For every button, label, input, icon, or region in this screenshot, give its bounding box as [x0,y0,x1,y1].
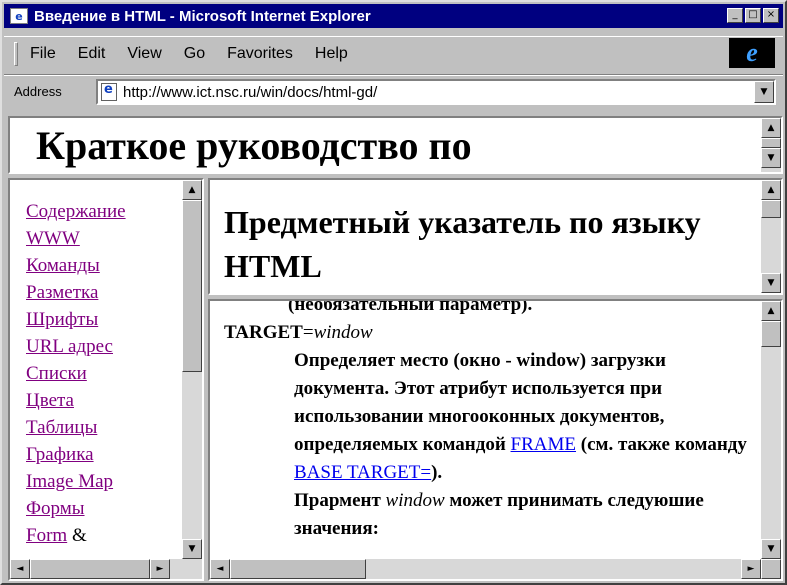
scroll-thumb[interactable] [182,200,202,372]
nav-link[interactable]: Цвета [26,390,74,411]
desc-text: ). [431,462,443,483]
address-input[interactable]: http://www.ict.nsc.ru/win/docs/html-gd/ … [96,79,776,105]
nav-frame-hscrollbar[interactable]: ◄ ► [10,559,202,579]
scroll-down-icon[interactable]: ▼ [761,148,781,168]
close-button[interactable]: × [763,8,779,23]
toolbar-grip[interactable] [14,41,18,66]
clipped-line: (необязательный параметр). [288,299,533,315]
desc-text: Прармент [294,490,386,511]
subtitle-frame-scrollbar[interactable]: ▲ ▼ [761,180,781,293]
list-item[interactable]: Команды [26,252,126,279]
nav-link[interactable]: Разметка [26,282,98,303]
menu-view[interactable]: View [127,45,161,63]
nav-link[interactable]: Таблицы [26,417,97,438]
scroll-down-icon[interactable]: ▼ [182,539,202,559]
menu-file[interactable]: File [30,45,56,63]
attribute-term: TARGET=window [224,319,754,347]
menu-go[interactable]: Go [184,45,205,63]
desc-italic-text: window [385,490,445,511]
title-frame-scrollbar[interactable]: ▲ ▼ [761,118,781,172]
scroll-down-icon[interactable]: ▼ [761,273,781,293]
scroll-thumb[interactable] [761,138,781,148]
scroll-right-icon[interactable]: ► [741,559,761,579]
scroll-thumb[interactable] [761,321,781,347]
nav-link-suffix: & [67,525,87,546]
list-item[interactable]: Формы [26,495,126,522]
page-icon [101,82,117,101]
scroll-left-icon[interactable]: ◄ [10,559,30,579]
minimize-button[interactable]: _ [727,8,743,23]
attribute-eq: = [302,322,314,343]
list-item[interactable]: Таблицы [26,414,126,441]
scroll-thumb[interactable] [30,559,150,579]
content-frame-vscrollbar[interactable]: ▲ ▼ [761,301,781,559]
list-item[interactable]: Графика [26,441,126,468]
address-url[interactable]: http://www.ict.nsc.ru/win/docs/html-gd/ [123,84,377,101]
base-target-link[interactable]: BASE TARGET= [294,462,431,483]
section-heading: Предметный указатель по языку HTML [224,204,701,284]
list-item[interactable]: Image Map [26,468,126,495]
nav-link[interactable]: Формы [26,498,85,519]
ie-page-icon[interactable]: e [10,8,28,24]
title-frame: Краткое руководство по ▲ ▼ [8,116,783,174]
content-body: (необязательный параметр). TARGET=window… [224,299,754,543]
scroll-up-icon[interactable]: ▲ [761,301,781,321]
nav-link[interactable]: Графика [26,444,94,465]
scroll-thumb[interactable] [230,559,366,579]
window-title: Введение в HTML - Microsoft Internet Exp… [34,7,371,25]
scroll-down-icon[interactable]: ▼ [761,539,781,559]
menu-help[interactable]: Help [315,45,348,63]
list-item[interactable]: Списки [26,360,126,387]
attribute-name: TARGET [224,322,303,343]
address-bar: Address http://www.ict.nsc.ru/win/docs/h… [4,74,783,108]
list-item[interactable]: Содержание [26,198,126,225]
nav-link[interactable]: WWW [26,228,80,249]
scroll-up-icon[interactable]: ▲ [761,180,781,200]
list-item[interactable]: WWW [26,225,126,252]
attribute-description: Определяет место (окно - window) загрузк… [294,347,754,543]
attribute-value: window [313,322,373,343]
list-item[interactable]: Цвета [26,387,126,414]
menu-edit[interactable]: Edit [78,45,106,63]
address-label: Address [14,84,62,99]
nav-link[interactable]: Команды [26,255,100,276]
nav-link[interactable]: Шрифты [26,309,98,330]
nav-link[interactable]: URL адрес [26,336,113,357]
address-dropdown-button[interactable]: ▼ [754,81,774,103]
nav-link[interactable]: Image Map [26,471,113,492]
subtitle-frame: Предметный указатель по языку HTML ▲ ▼ [208,178,783,295]
scroll-up-icon[interactable]: ▲ [761,118,781,138]
nav-link[interactable]: Содержание [26,201,126,222]
desc-text: (см. также команду [576,434,747,455]
scroll-right-icon[interactable]: ► [150,559,170,579]
list-item[interactable]: Form & [26,522,126,549]
ie-logo-icon: e [729,38,775,68]
nav-frame-vscrollbar[interactable]: ▲ ▼ [182,180,202,559]
nav-link[interactable]: Form [26,525,67,546]
menu-favorites[interactable]: Favorites [227,45,293,63]
list-item[interactable]: Разметка [26,279,126,306]
content-frame: (необязательный параметр). TARGET=window… [208,299,783,581]
nav-list: Содержание WWW Команды Разметка Шрифты U… [26,198,126,549]
list-item[interactable]: URL адрес [26,333,126,360]
browser-window: e Введение в HTML - Microsoft Internet E… [0,0,787,585]
content-frame-hscrollbar[interactable]: ◄ ► [210,559,781,579]
nav-frame: Содержание WWW Команды Разметка Шрифты U… [8,178,204,581]
scroll-thumb[interactable] [761,200,781,218]
scroll-left-icon[interactable]: ◄ [210,559,230,579]
desc-bold-text: атрибут [439,378,507,399]
menu-bar: File Edit View Go Favorites Help e [4,36,783,70]
scrollbar-corner [761,559,781,579]
nav-link[interactable]: Списки [26,363,87,384]
frame-link[interactable]: FRAME [511,434,576,455]
page-title: Краткое руководство по [36,123,472,168]
list-item[interactable]: Шрифты [26,306,126,333]
title-bar[interactable]: e Введение в HTML - Microsoft Internet E… [4,4,783,28]
scroll-up-icon[interactable]: ▲ [182,180,202,200]
maximize-button[interactable]: □ [745,8,761,23]
